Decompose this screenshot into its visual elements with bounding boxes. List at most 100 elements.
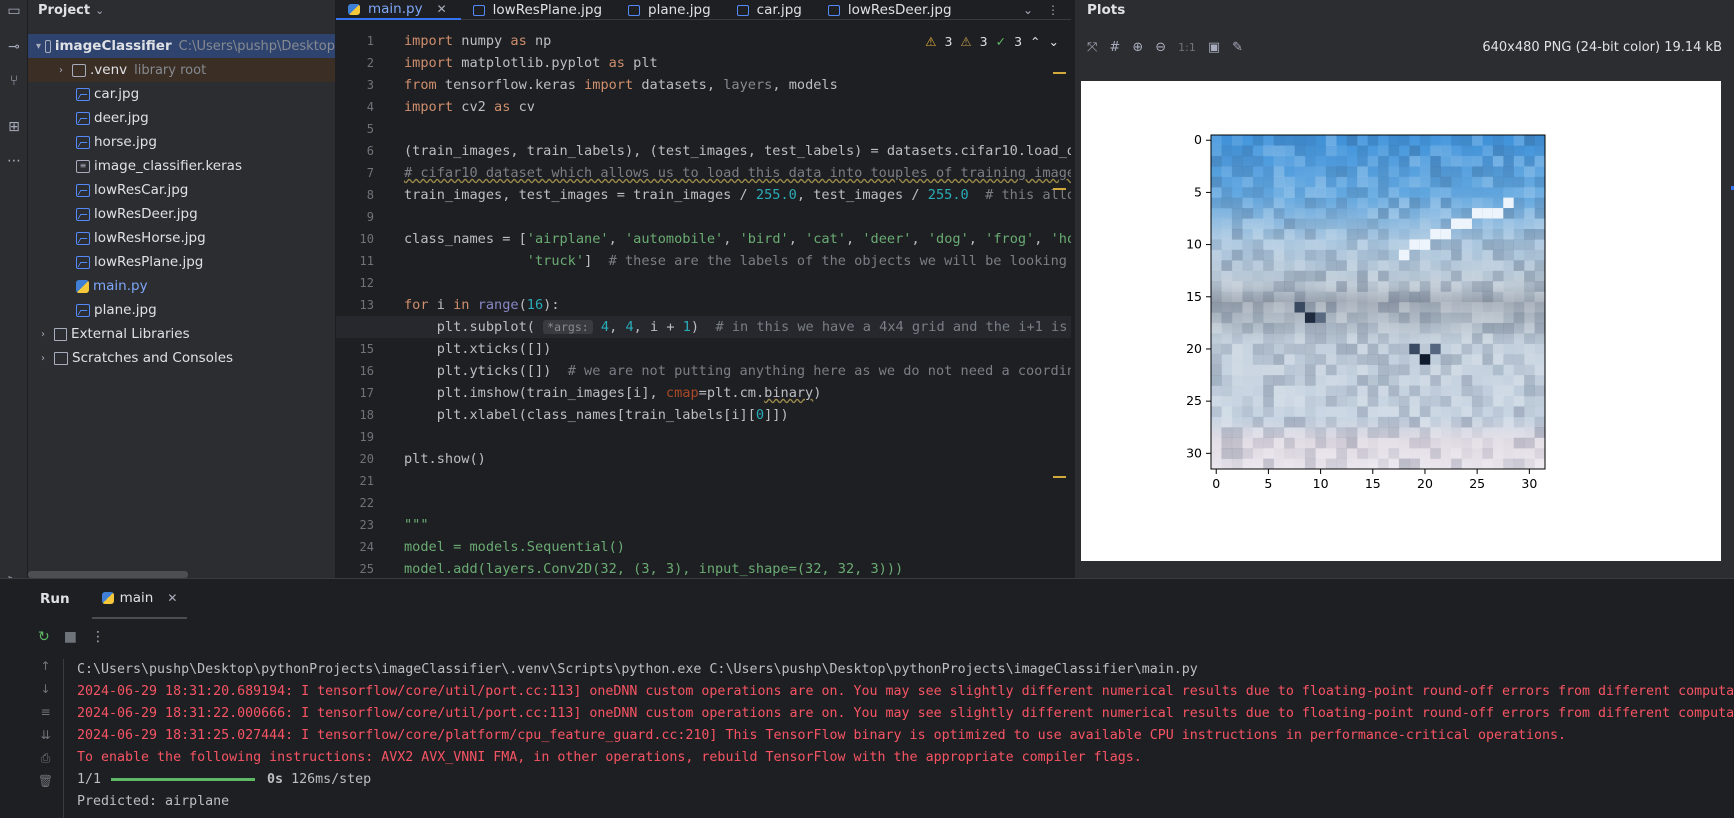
image-file-icon: [736, 4, 749, 16]
zoom-in-icon[interactable]: ⊕: [1132, 40, 1143, 55]
scratches-icon: [54, 351, 68, 365]
tab-car[interactable]: car.jpg: [725, 0, 816, 20]
zoom-out-icon[interactable]: ⊖: [1155, 40, 1166, 55]
tab-label: car.jpg: [756, 2, 802, 18]
soft-wrap-icon[interactable]: ≡: [28, 705, 63, 728]
horizontal-scrollbar[interactable]: [28, 571, 188, 578]
line-number: 8: [366, 188, 374, 202]
image-file-icon: [472, 4, 485, 16]
expand-arrow-icon[interactable]: ›: [36, 329, 50, 340]
line-number: 19: [359, 430, 374, 444]
tab-lowresdeer[interactable]: lowResDeer.jpg: [816, 0, 966, 20]
warning-marker[interactable]: [1053, 188, 1066, 190]
y-tick-label: 20: [1186, 341, 1202, 356]
down-arrow-icon[interactable]: ↓: [28, 682, 63, 705]
expand-arrow-icon[interactable]: ›: [36, 353, 50, 364]
code-line: plt.yticks([]) # we are not putting anyt…: [404, 363, 1071, 379]
code-editor[interactable]: main.py ✕ lowResPlane.jpg plane.jpg car.…: [336, 0, 1071, 578]
tree-file[interactable]: ≡ image_classifier.keras: [28, 154, 335, 178]
up-arrow-icon[interactable]: ↑: [28, 659, 63, 682]
image-file-icon: [76, 183, 90, 197]
tree-venv[interactable]: › .venv library root: [28, 58, 335, 82]
image-file-icon: [628, 4, 641, 16]
warning-marker[interactable]: [1053, 476, 1066, 478]
expand-arrow-icon[interactable]: ›: [54, 65, 68, 76]
console-side-toolbar: ↑ ↓ ≡ ⇊ ⎙ 🗑: [28, 659, 64, 818]
fit-to-window-icon[interactable]: ⤧: [1087, 40, 1097, 55]
stop-icon[interactable]: ■: [64, 629, 77, 645]
code-line: 'truck'] # these are the labels of the o…: [526, 253, 1071, 269]
trash-icon[interactable]: 🗑: [28, 774, 63, 797]
actual-size-button[interactable]: 1:1: [1178, 41, 1196, 54]
line-number: 25: [359, 562, 374, 576]
grid-icon[interactable]: #: [1109, 40, 1120, 55]
commit-icon[interactable]: ⊸: [0, 36, 28, 58]
plot-image[interactable]: 0 5 10 15 20 25 30 0 5 10 15 20 25 30: [1081, 81, 1721, 561]
collapse-arrow-icon[interactable]: ▾: [36, 41, 41, 52]
tab-label: main.py: [368, 1, 423, 17]
venv-note: library root: [134, 62, 207, 78]
tree-external-libraries[interactable]: › External Libraries: [28, 322, 335, 346]
tree-file[interactable]: deer.jpg: [28, 106, 335, 130]
plot-figure: 0 5 10 15 20 25 30 0 5 10 15 20 25 30: [1186, 132, 1546, 491]
console-line: To enable the following instructions: AV…: [77, 750, 1142, 765]
chevron-down-icon[interactable]: ⌄: [95, 4, 104, 17]
progress-line: 1/1 0s 126ms/step: [77, 769, 1734, 791]
tree-root[interactable]: ▾ imageClassifier C:\Users\pushp\Desktop: [28, 34, 335, 58]
background-icon[interactable]: ▣: [1208, 40, 1220, 55]
more-icon[interactable]: ⋯: [0, 150, 28, 172]
tree-file[interactable]: lowResDeer.jpg: [28, 202, 335, 226]
x-tick-label: 30: [1521, 476, 1537, 491]
pull-requests-icon[interactable]: ⑂: [0, 70, 28, 92]
tree-file[interactable]: lowResPlane.jpg: [28, 250, 335, 274]
scratches-label: Scratches and Consoles: [72, 350, 234, 366]
python-file-icon: [76, 279, 89, 293]
close-icon[interactable]: ✕: [167, 591, 177, 605]
project-header[interactable]: Project ⌄: [28, 0, 335, 20]
line-number: 15: [359, 342, 374, 356]
color-picker-icon[interactable]: ✎: [1232, 40, 1243, 55]
folder-icon[interactable]: ▭: [0, 0, 28, 22]
tree-file[interactable]: car.jpg: [28, 82, 335, 106]
root-path: C:\Users\pushp\Desktop: [178, 38, 335, 54]
tree-file-label: deer.jpg: [94, 110, 149, 126]
code-line: class_names = ['airplane', 'automobile',…: [404, 231, 1071, 247]
tree-scratches[interactable]: › Scratches and Consoles: [28, 346, 335, 370]
tree-file[interactable]: lowResCar.jpg: [28, 178, 335, 202]
tab-lowresplane[interactable]: lowResPlane.jpg: [461, 0, 616, 20]
close-icon[interactable]: ✕: [437, 2, 447, 16]
line-number: 3: [366, 78, 374, 92]
structure-icon[interactable]: ⊞: [0, 116, 28, 138]
tree-file[interactable]: lowResHorse.jpg: [28, 226, 335, 250]
line-gutter: 1234567891011121314151617181920212223242…: [336, 30, 396, 578]
project-title: Project: [38, 2, 91, 18]
code-line: import numpy as np: [404, 33, 552, 49]
progress-time: 0s: [267, 772, 284, 787]
tab-main-py[interactable]: main.py ✕: [336, 0, 461, 20]
tree-file[interactable]: horse.jpg: [28, 130, 335, 154]
more-vertical-icon[interactable]: ⋮: [91, 629, 105, 645]
console-output[interactable]: C:\Users\pushp\Desktop\pythonProjects\im…: [77, 659, 1734, 813]
pixel-image: [1211, 135, 1546, 470]
chevron-down-icon[interactable]: ⌄: [1023, 3, 1033, 17]
tree-file-label: image_classifier.keras: [94, 158, 242, 174]
line-number: 10: [359, 232, 374, 246]
scroll-to-end-icon[interactable]: ⇊: [28, 728, 63, 751]
warning-marker[interactable]: [1053, 72, 1066, 74]
code-line: model = models.Sequential(): [404, 539, 625, 555]
rerun-icon[interactable]: ↻: [38, 629, 50, 645]
print-icon[interactable]: ⎙: [28, 751, 63, 774]
tab-label: plane.jpg: [648, 2, 711, 18]
code-line: train_images, test_images = train_images…: [404, 187, 1071, 203]
more-vertical-icon[interactable]: ⋮: [1047, 3, 1059, 17]
library-icon: [54, 327, 67, 341]
image-file-icon: [76, 207, 90, 221]
tab-plane[interactable]: plane.jpg: [616, 0, 725, 20]
tree-file[interactable]: main.py: [28, 274, 335, 298]
code-area[interactable]: import numpy as np import matplotlib.pyp…: [336, 30, 1071, 578]
line-number: 4: [366, 100, 374, 114]
tree-file[interactable]: plane.jpg: [28, 298, 335, 322]
tree-file-label: lowResHorse.jpg: [94, 230, 206, 246]
x-ticks: 0 5 10 15 20 25 30: [1212, 469, 1537, 491]
run-tab-main[interactable]: main ✕: [91, 579, 188, 619]
